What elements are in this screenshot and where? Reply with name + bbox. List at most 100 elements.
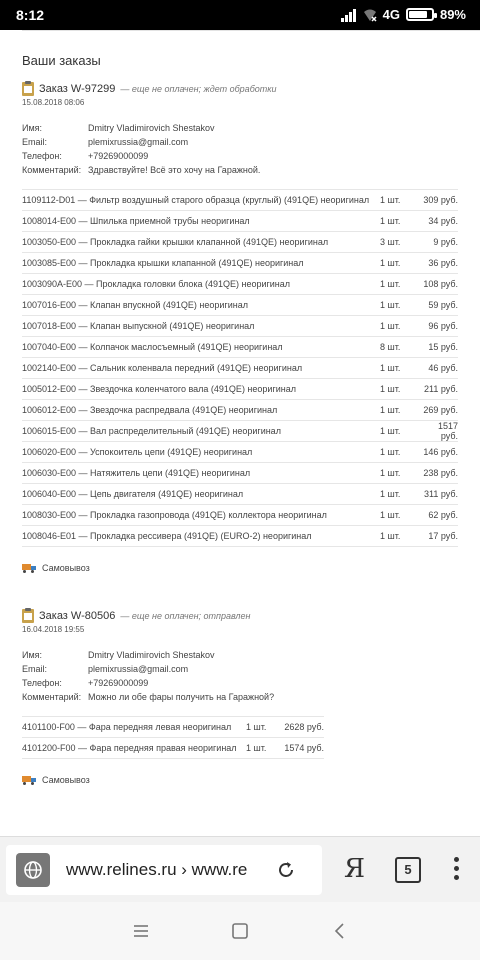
order-status: — еще не оплачен; ждет обработки [120,84,277,94]
table-row: 4101100-F00 — Фара передняя левая неориг… [22,717,324,738]
item-name: 1003085-E00 — Прокладка крышки клапанной… [22,258,304,268]
table-row: 1006015-E00 — Вал распределительный (491… [22,421,458,442]
item-price: 34 руб. [428,216,458,226]
home-icon[interactable] [231,922,249,940]
item-price: 62 руб. [428,510,458,520]
table-row: 1002140-E00 — Сальник коленвала передний… [22,358,458,379]
order-items-table: 4101100-F00 — Фара передняя левая неориг… [22,716,324,759]
item-price: 311 руб. [423,489,458,499]
table-row: 1003085-E00 — Прокладка крышки клапанной… [22,253,458,274]
info-row: Email: plemixrussia@gmail.com [22,662,458,676]
more-menu-icon[interactable] [449,857,463,883]
system-nav-bar [0,902,480,960]
info-label: Имя: [22,123,43,133]
order-items-table: 1109112-D01 — Фильтр воздушный старого о… [22,189,458,547]
info-value: plemixrussia@gmail.com [88,664,189,674]
table-row: 1109112-D01 — Фильтр воздушный старого о… [22,190,458,211]
table-row: 1008014-E00 — Шпилька приемной трубы нео… [22,211,458,232]
truck-icon [22,563,36,573]
info-row: Телефон: +79269000099 [22,149,458,163]
order-header: Заказ W-80506 — еще не оплачен; отправле… [22,608,458,623]
item-name: 1007016-E00 — Клапан впускной (491QE) не… [22,300,248,310]
item-quantity: 1 шт. [380,216,401,226]
address-bar[interactable]: www.relines.ru › www.re [6,845,322,895]
order-number: Заказ W-80506 [39,610,116,622]
order-header: Заказ W-97299 — еще не оплачен; ждет обр… [22,81,458,96]
reload-icon[interactable] [276,860,296,880]
info-row: Комментарий: Можно ли обе фары получить н… [22,690,458,704]
info-value: Dmitry Vladimirovich Shestakov [88,123,215,133]
info-value: plemixrussia@gmail.com [88,137,189,147]
item-quantity: 1 шт. [380,300,401,310]
table-row: 1008030-E00 — Прокладка газопровода (491… [22,505,458,526]
page-content: Ваши заказы Заказ W-97299 — еще не оплач… [0,30,480,836]
item-quantity: 1 шт. [380,447,401,457]
item-name: 1006040-E00 — Цепь двигателя (491QE) нео… [22,489,244,499]
item-name: 1006012-E00 — Звездочка распредвала (491… [22,405,278,415]
clipboard-icon [22,81,34,96]
info-row: Комментарий: Здравствуйте! Всё это хочу н… [22,163,458,177]
table-row: 1006020-E00 — Успокоитель цепи (491QE) н… [22,442,458,463]
item-price: 15 руб. [428,342,458,352]
item-name: 1007018-E00 — Клапан выпускной (491QE) н… [22,321,255,331]
yandex-icon[interactable]: Я [344,854,365,884]
item-price: 1574 руб. [284,743,324,753]
info-row: Имя: Dmitry Vladimirovich Shestakov [22,121,458,135]
table-row: 1005012-E00 — Звездочка коленчатого вала… [22,379,458,400]
info-value: Dmitry Vladimirovich Shestakov [88,650,215,660]
info-value: Можно ли обе фары получить на Гаражной? [88,692,275,702]
status-time: 8:12 [16,7,45,23]
url-text[interactable]: www.relines.ru › www.re [66,860,262,880]
item-name: 1003050-E00 — Прокладка гайки крышки кла… [22,237,329,247]
delivery-label: Самовывоз [42,563,90,573]
info-row: Телефон: +79269000099 [22,676,458,690]
item-quantity: 1 шт. [380,363,401,373]
item-price: 36 руб. [428,258,458,268]
item-price: 309 руб. [423,195,458,205]
order-card: Заказ W-97299 — еще не оплачен; ждет обр… [22,81,458,573]
divider [22,30,480,31]
item-name: 1006020-E00 — Успокоитель цепи (491QE) н… [22,447,253,457]
item-quantity: 1 шт. [380,384,401,394]
item-price: 211 руб. [423,384,458,394]
item-price: 238 руб. [423,468,458,478]
battery-icon [405,8,437,21]
item-price: 59 руб. [428,300,458,310]
item-quantity: 1 шт. [246,743,267,753]
item-quantity: 1 шт. [380,489,401,499]
table-row: 1006040-E00 — Цепь двигателя (491QE) нео… [22,484,458,505]
table-row: 1006030-E00 — Натяжитель цепи (491QE) не… [22,463,458,484]
item-name: 4101100-F00 — Фара передняя левая неориг… [22,722,232,732]
item-name: 4101200-F00 — Фара передняя правая неори… [22,743,237,753]
item-price: 108 руб. [423,279,458,289]
delivery-method: Самовывоз [22,563,458,573]
order-card: Заказ W-80506 — еще не оплачен; отправле… [22,608,458,785]
info-label: Телефон: [22,678,62,688]
delivery-method: Самовывоз [22,775,458,785]
item-name: 1008046-E01 — Прокладка рессивера (491QE… [22,531,312,541]
signal-icon [340,8,356,22]
order-customer-info: Имя: Dmitry Vladimirovich Shestakov Email:… [22,648,458,704]
back-icon[interactable] [331,922,349,940]
table-row: 1003090A-E00 — Прокладка головки блока (… [22,274,458,295]
item-quantity: 1 шт. [380,279,401,289]
item-quantity: 1 шт. [380,195,401,205]
network-type: 4G [382,7,400,22]
item-name: 1002140-E00 — Сальник коленвала передний… [22,363,303,373]
order-customer-info: Имя: Dmitry Vladimirovich Shestakov Email:… [22,121,458,177]
tabs-count-button[interactable]: 5 [395,857,421,883]
recent-apps-icon[interactable] [132,922,150,940]
item-name: 1008014-E00 — Шпилька приемной трубы нео… [22,216,250,226]
item-price: 146 руб. [423,447,458,457]
item-quantity: 1 шт. [380,321,401,331]
info-row: Имя: Dmitry Vladimirovich Shestakov [22,648,458,662]
delivery-label: Самовывоз [42,775,90,785]
order-number: Заказ W-97299 [39,83,116,95]
table-row: 1007016-E00 — Клапан впускной (491QE) не… [22,295,458,316]
info-label: Имя: [22,650,43,660]
item-price: 1517 руб. [437,421,458,441]
globe-icon[interactable] [16,853,50,887]
table-row: 1006012-E00 — Звездочка распредвала (491… [22,400,458,421]
item-name: 1006030-E00 — Натяжитель цепи (491QE) не… [22,468,251,478]
info-value: +79269000099 [88,151,149,161]
